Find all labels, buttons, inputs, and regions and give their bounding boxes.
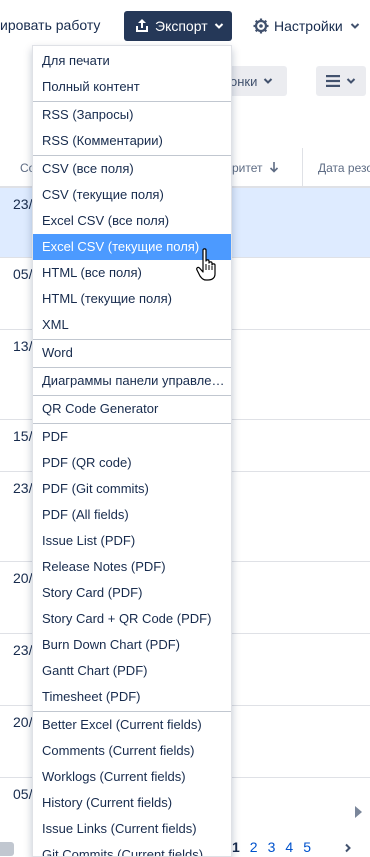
column-header-priority[interactable]: ритет: [232, 161, 279, 175]
export-menu-item[interactable]: Issue List (PDF): [33, 528, 231, 554]
hand-pointer-cursor-icon: [196, 248, 216, 281]
column-header-resolution-date[interactable]: Дата резо: [318, 161, 370, 175]
chevron-down-icon: [264, 78, 273, 84]
chevron-down-icon: [346, 78, 356, 84]
row-date: 23/: [13, 480, 33, 496]
row-date: 20/: [13, 570, 33, 586]
view-options-button[interactable]: [316, 66, 366, 96]
row-date: 23/: [13, 196, 33, 212]
export-menu-item[interactable]: Story Card + QR Code (PDF): [33, 606, 231, 632]
row-date: 05/: [13, 266, 33, 282]
export-menu-item[interactable]: CSV (все поля): [33, 156, 231, 182]
export-menu-item[interactable]: Для печати: [33, 48, 231, 74]
export-menu-item[interactable]: Excel CSV (все поля): [33, 208, 231, 234]
export-menu-item[interactable]: Release Notes (PDF): [33, 554, 231, 580]
arrow-down-icon: [269, 162, 278, 173]
page-link[interactable]: 1: [232, 839, 240, 855]
export-menu-item[interactable]: QR Code Generator: [33, 396, 231, 422]
export-menu-item[interactable]: Better Excel (Current fields): [33, 712, 231, 738]
export-menu-item[interactable]: Story Card (PDF): [33, 580, 231, 606]
export-menu-item[interactable]: Comments (Current fields): [33, 738, 231, 764]
row-date: 23/: [13, 642, 33, 658]
row-date: 13/: [13, 338, 33, 354]
export-menu-item[interactable]: Issue Links (Current fields): [33, 816, 231, 842]
export-menu-item[interactable]: CSV (текущие поля): [33, 182, 231, 208]
pagination: 1 2 3 4 5: [232, 839, 311, 855]
chevron-down-icon: [214, 23, 223, 29]
row-date: 20/: [13, 714, 33, 730]
export-menu-item[interactable]: Word: [33, 340, 231, 366]
chevron-right-icon[interactable]: [343, 843, 353, 853]
export-dropdown-menu: Для печати Полный контент RSS (Запросы) RSS…: [32, 45, 232, 857]
export-menu-item[interactable]: Burn Down Chart (PDF): [33, 632, 231, 658]
export-menu-item[interactable]: RSS (Комментарии): [33, 128, 231, 154]
list-icon: [326, 75, 340, 87]
export-button[interactable]: Экспорт: [124, 11, 232, 41]
page-link[interactable]: 4: [285, 839, 293, 855]
export-label: Экспорт: [155, 18, 208, 34]
settings-button[interactable]: Настройки: [253, 11, 360, 41]
export-menu-item[interactable]: PDF (All fields): [33, 502, 231, 528]
page-link[interactable]: 2: [250, 839, 258, 855]
export-menu-item[interactable]: Git Commits (Current fields): [33, 842, 231, 856]
export-menu-item[interactable]: Диаграммы панели управления: [33, 368, 231, 394]
page-link[interactable]: 5: [303, 839, 311, 855]
export-menu-item[interactable]: Worklogs (Current fields): [33, 764, 231, 790]
row-date: 15/: [13, 428, 33, 444]
settings-label: Настройки: [274, 18, 343, 34]
export-menu-item[interactable]: RSS (Запросы): [33, 102, 231, 128]
export-menu-item[interactable]: XML: [33, 312, 231, 338]
export-menu-item[interactable]: Timesheet (PDF): [33, 684, 231, 710]
chevron-down-icon: [350, 23, 359, 29]
export-icon: [136, 19, 148, 32]
export-menu-item[interactable]: PDF: [33, 424, 231, 450]
column-header-priority-label: ритет: [232, 161, 263, 175]
gear-icon: [253, 18, 269, 34]
export-menu-item[interactable]: History (Current fields): [33, 790, 231, 816]
column-divider: [302, 148, 303, 188]
export-menu-item[interactable]: PDF (Git commits): [33, 476, 231, 502]
scroll-right-arrow-icon[interactable]: [355, 806, 362, 818]
page-link[interactable]: 3: [268, 839, 276, 855]
export-menu-item[interactable]: PDF (QR code): [33, 450, 231, 476]
start-work-link[interactable]: ировать работу: [0, 17, 100, 33]
columns-label: онки: [230, 73, 258, 89]
export-menu-item[interactable]: Gantt Chart (PDF): [33, 658, 231, 684]
pagination-prev-button[interactable]: [0, 842, 14, 856]
export-menu-item[interactable]: Полный контент: [33, 74, 231, 100]
export-menu-item[interactable]: HTML (текущие поля): [33, 286, 231, 312]
